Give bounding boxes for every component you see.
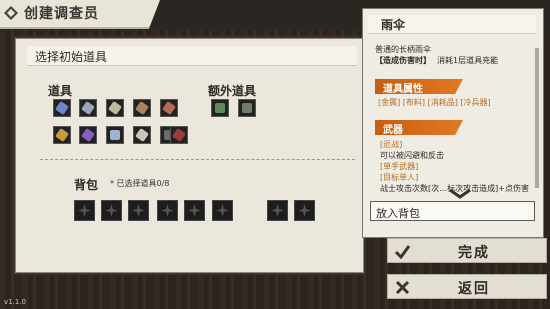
effect-tag: 【造成伤害时】 [375, 56, 431, 65]
bag-slot[interactable] [184, 200, 205, 221]
item-slot[interactable] [79, 126, 97, 144]
back-label: 返回 [458, 281, 490, 297]
check-icon [394, 245, 411, 260]
range-tag: [近战] [380, 140, 403, 149]
add-to-bag-label: 放入背包 [376, 207, 420, 220]
item-slot[interactable] [170, 126, 188, 144]
weapon-heading-bar: 武器 [375, 120, 463, 135]
item-slot[interactable] [79, 99, 97, 117]
four-point-star-icon [298, 204, 311, 217]
bag-slot[interactable] [101, 200, 122, 221]
four-point-star-icon [132, 204, 145, 217]
bag-slot[interactable] [212, 200, 233, 221]
add-to-bag-button[interactable]: 放入背包 [370, 201, 535, 221]
item-name: 雨伞 [381, 18, 406, 32]
attr-tags: [金属] [布料] [消耗品] [冷兵器] [378, 98, 491, 107]
item-slot[interactable] [106, 126, 124, 144]
item-slot[interactable] [53, 99, 71, 117]
extra-bag-slot[interactable] [294, 200, 315, 221]
bag-slot[interactable] [74, 200, 95, 221]
bag-count: * 已选择道具0/8 [110, 179, 170, 188]
item-select-panel [15, 38, 364, 273]
item-slot[interactable] [106, 99, 124, 117]
extra-bag-slot[interactable] [267, 200, 288, 221]
cross-icon [395, 280, 410, 295]
panel-heading: 选择初始道具 [35, 50, 108, 64]
extra-item-slot[interactable] [211, 99, 229, 117]
items-label: 道具 [48, 84, 73, 98]
bag-slot[interactable] [157, 200, 178, 221]
finish-button[interactable]: 完成 [387, 238, 547, 263]
four-point-star-icon [161, 204, 174, 217]
target-tag: [目标单人] [380, 173, 419, 182]
item-slot[interactable] [133, 126, 151, 144]
bag-slot[interactable] [128, 200, 149, 221]
four-point-star-icon [105, 204, 118, 217]
extra-items-label: 额外道具 [208, 84, 257, 98]
chevron-down-icon[interactable] [447, 187, 473, 201]
extra-item-slot[interactable] [238, 99, 256, 117]
hand-tag: [单手武器] [380, 162, 419, 171]
attr-heading-bar: 道具属性 [375, 79, 463, 94]
item-slot[interactable] [160, 99, 178, 117]
diamond-icon [4, 6, 18, 20]
four-point-star-icon [216, 204, 229, 217]
item-slot[interactable] [133, 99, 151, 117]
four-point-star-icon [188, 204, 201, 217]
version-label: v1.1.0 [4, 298, 26, 306]
four-point-star-icon [271, 204, 284, 217]
finish-label: 完成 [458, 245, 490, 261]
four-point-star-icon [78, 204, 91, 217]
range-text: 可以被闪避和反击 [380, 151, 444, 160]
title-bar: 创建调查员 [0, 0, 160, 29]
attr-heading: 道具属性 [383, 84, 423, 95]
weapon-heading: 武器 [383, 125, 403, 136]
effect-text: 消耗1层道具充能 [437, 56, 499, 65]
bag-label: 背包 [74, 178, 99, 192]
divider [40, 159, 355, 160]
panel-header: 选择初始道具 [27, 46, 357, 66]
back-button[interactable]: 返回 [387, 274, 547, 299]
page-title: 创建调查员 [24, 6, 99, 22]
detail-scrollbar[interactable] [535, 48, 539, 188]
item-description: 普通的长柄雨伞 [375, 45, 431, 54]
item-slot[interactable] [53, 126, 71, 144]
